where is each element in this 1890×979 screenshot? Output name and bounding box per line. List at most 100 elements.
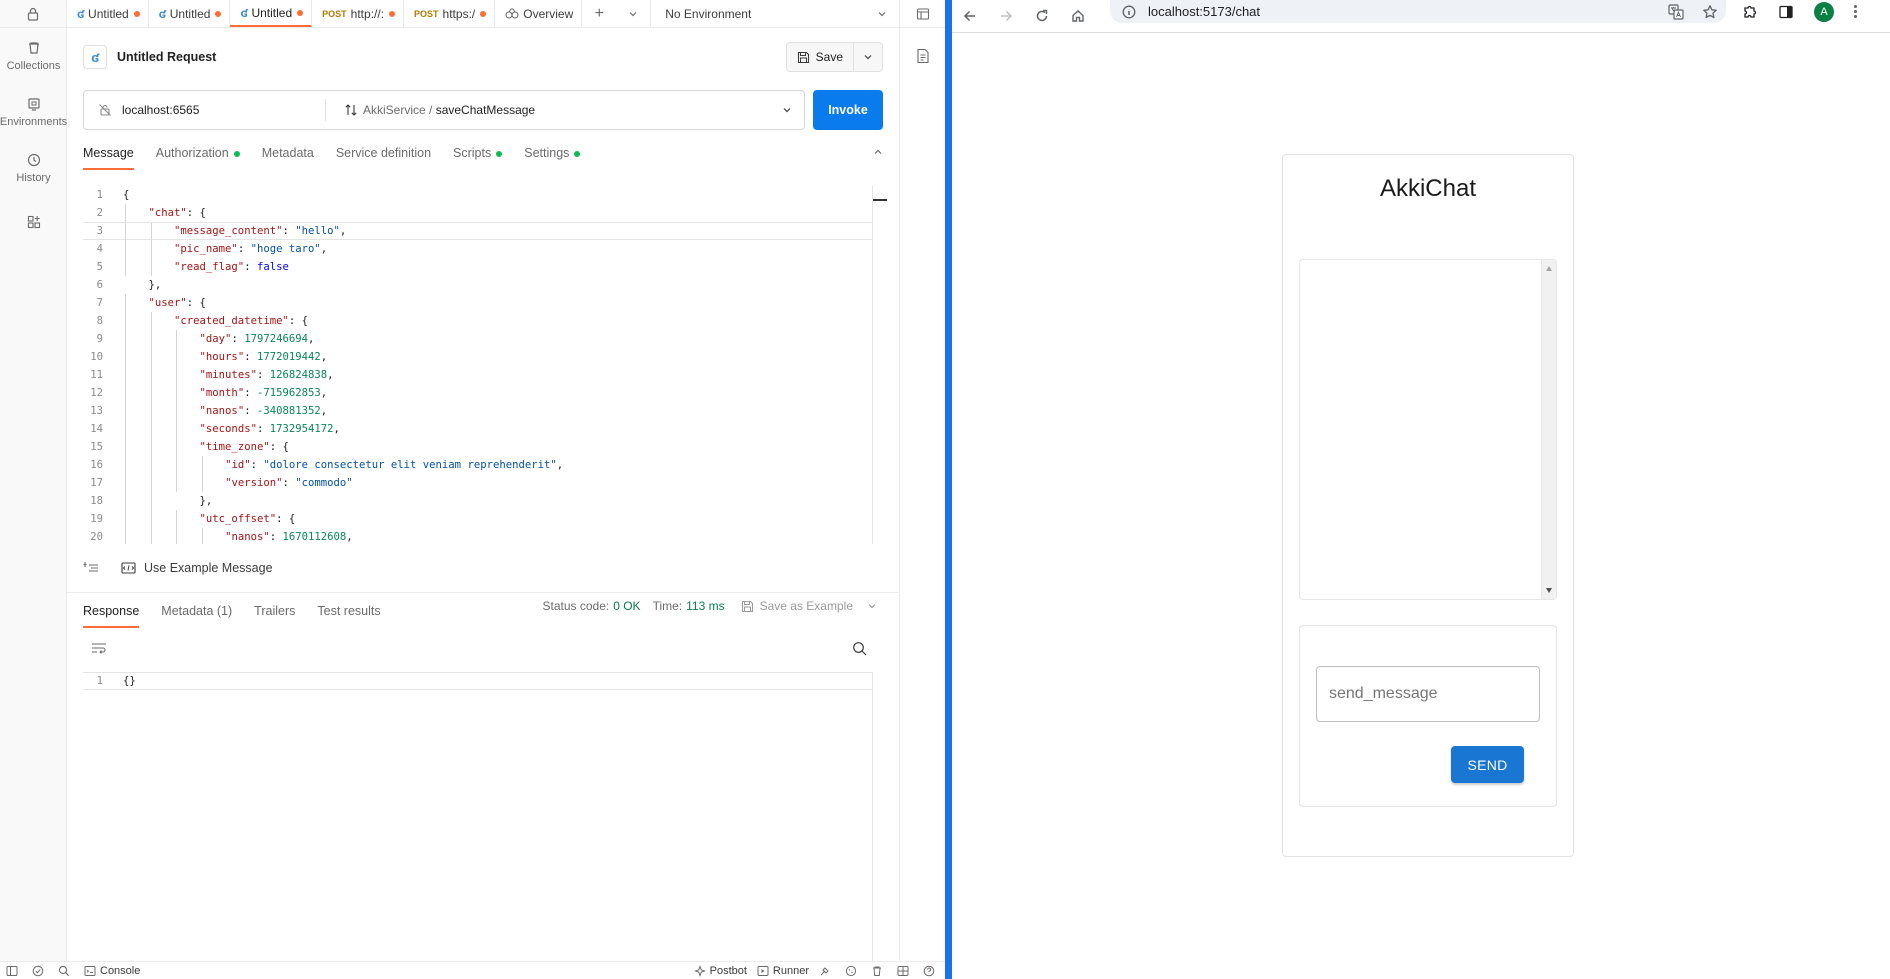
- sidebar-toggle-button[interactable]: [6, 965, 22, 977]
- tab-list-button[interactable]: [616, 0, 650, 27]
- message-list-scrollbar[interactable]: [1541, 260, 1556, 599]
- code-text: },: [123, 495, 213, 507]
- tab-authorization[interactable]: Authorization: [156, 140, 240, 170]
- code-text: "nanos": 1670112608,: [225, 531, 353, 543]
- tab-response-metadata[interactable]: Metadata (1): [161, 598, 232, 628]
- tab-label: Settings: [524, 146, 570, 160]
- layout-button[interactable]: [897, 965, 913, 977]
- tab-label: Response: [83, 604, 140, 618]
- server-url-input[interactable]: localhost:6565: [84, 99, 326, 121]
- tab-overview[interactable]: Overview: [495, 0, 583, 27]
- cookies-button[interactable]: [845, 965, 861, 977]
- environment-selector[interactable]: No Environment: [650, 0, 899, 27]
- browser-menu-button[interactable]: [1854, 5, 1857, 18]
- line-number: 12: [90, 387, 103, 399]
- save-button[interactable]: Save: [787, 43, 854, 71]
- collapse-request-button[interactable]: [873, 140, 883, 160]
- message-editor[interactable]: 1{2 "chat": {3 "message_content": "hello…: [83, 186, 873, 544]
- line-number: 7: [96, 297, 103, 309]
- save-options-button[interactable]: [854, 43, 882, 71]
- code-text: "user": {: [148, 297, 206, 309]
- indent-guide: [125, 330, 126, 348]
- profile-avatar[interactable]: A: [1814, 1, 1834, 22]
- beautify-button[interactable]: [83, 561, 99, 575]
- tab-response[interactable]: Response: [83, 598, 140, 628]
- indent-guide: [125, 258, 126, 276]
- reload-button[interactable]: [1024, 0, 1060, 33]
- line-number: 10: [90, 351, 103, 363]
- tab-test-results[interactable]: Test results: [317, 598, 380, 628]
- online-status-button[interactable]: [32, 965, 48, 977]
- tab-untitled-2[interactable]: ʛ Untitled: [149, 0, 231, 27]
- extensions-puzzle-icon[interactable]: [1742, 4, 1758, 20]
- rail-item-environments[interactable]: Environments: [0, 84, 67, 140]
- tab-label: http://:: [350, 6, 385, 21]
- environment-eye-icon: [916, 7, 929, 20]
- translate-icon[interactable]: [1668, 3, 1684, 20]
- status-dot: [574, 151, 581, 157]
- tab-untitled-3[interactable]: ʛ Untitled: [230, 0, 313, 27]
- request-tab-bar: ʛ Untitled ʛ Untitled ʛ Untitled POST ht…: [67, 0, 945, 28]
- scroll-up-arrow[interactable]: [1546, 266, 1552, 271]
- method-selector[interactable]: AkkiService / saveChatMessage: [326, 103, 804, 117]
- response-body[interactable]: 1 {}: [83, 672, 873, 962]
- scroll-down-arrow[interactable]: [1546, 588, 1552, 593]
- code-line: 11 "minutes": 126824838,: [83, 366, 872, 384]
- runner-button[interactable]: Runner: [757, 965, 809, 977]
- site-info-icon[interactable]: [1122, 5, 1136, 19]
- tab-untitled-1[interactable]: ʛ Untitled: [67, 0, 149, 27]
- new-tab-button[interactable]: +: [582, 0, 616, 27]
- rail-item-configure[interactable]: [0, 196, 67, 252]
- rail-item-history[interactable]: History: [0, 140, 67, 196]
- save-as-example-button[interactable]: Save as Example: [741, 599, 883, 613]
- request-title[interactable]: Untitled Request: [117, 50, 216, 64]
- tab-settings[interactable]: Settings: [524, 140, 581, 170]
- rail-item-collections[interactable]: Collections: [0, 28, 67, 84]
- invoke-button[interactable]: Invoke: [813, 90, 883, 130]
- tab-post-http[interactable]: POST http://:: [312, 0, 405, 27]
- tab-metadata[interactable]: Metadata: [262, 140, 314, 170]
- indent-guide: [176, 348, 178, 366]
- grpc-url-bar: localhost:6565 AkkiService / saveChatMes…: [83, 90, 805, 130]
- window-split-divider[interactable]: [945, 0, 952, 979]
- tab-post-https[interactable]: POST https:/: [404, 0, 496, 27]
- capture-button[interactable]: [819, 965, 835, 977]
- line-number: 13: [90, 405, 103, 417]
- code-line: 7 "user": {: [83, 294, 872, 312]
- code-line: 5 "read_flag": false: [83, 258, 872, 276]
- tls-off-icon[interactable]: [98, 103, 112, 117]
- message-input[interactable]: [1316, 666, 1540, 722]
- search-icon[interactable]: [852, 641, 867, 656]
- response-divider[interactable]: [67, 592, 899, 593]
- help-button[interactable]: [923, 965, 939, 977]
- workspace-lock[interactable]: [0, 0, 66, 28]
- address-bar[interactable]: localhost:5173/chat: [1110, 0, 1726, 23]
- indent-guide: [176, 366, 178, 384]
- trash-button[interactable]: [871, 965, 887, 977]
- documentation-icon[interactable]: [916, 48, 930, 64]
- chat-message-list[interactable]: [1299, 259, 1557, 600]
- tab-label: Trailers: [254, 604, 296, 618]
- code-text: "time_zone": {: [199, 441, 289, 453]
- console-button[interactable]: Console: [84, 965, 140, 977]
- home-button[interactable]: [1060, 0, 1096, 33]
- chevron-down-icon: [783, 108, 791, 113]
- back-button[interactable]: [952, 0, 988, 33]
- grid-plus-icon: [27, 215, 40, 229]
- tab-trailers[interactable]: Trailers: [254, 598, 295, 628]
- tab-scripts[interactable]: Scripts: [453, 140, 503, 170]
- bookmark-star-icon[interactable]: [1702, 4, 1718, 20]
- environment-quick-look[interactable]: [899, 0, 945, 27]
- trash-can-icon: [28, 42, 39, 54]
- find-button[interactable]: [58, 965, 74, 977]
- send-button[interactable]: SEND: [1451, 746, 1524, 783]
- indent-guide: [125, 528, 126, 544]
- tab-message[interactable]: Message: [83, 140, 134, 170]
- side-panel-icon[interactable]: [1778, 4, 1794, 20]
- postbot-button[interactable]: Postbot: [693, 965, 747, 977]
- code-line: 12 "month": -715962853,: [83, 384, 872, 402]
- wrap-lines-icon[interactable]: [91, 641, 107, 655]
- use-example-message-button[interactable]: Use Example Message: [121, 561, 273, 575]
- tab-service-definition[interactable]: Service definition: [336, 140, 431, 170]
- forward-button[interactable]: [988, 0, 1024, 33]
